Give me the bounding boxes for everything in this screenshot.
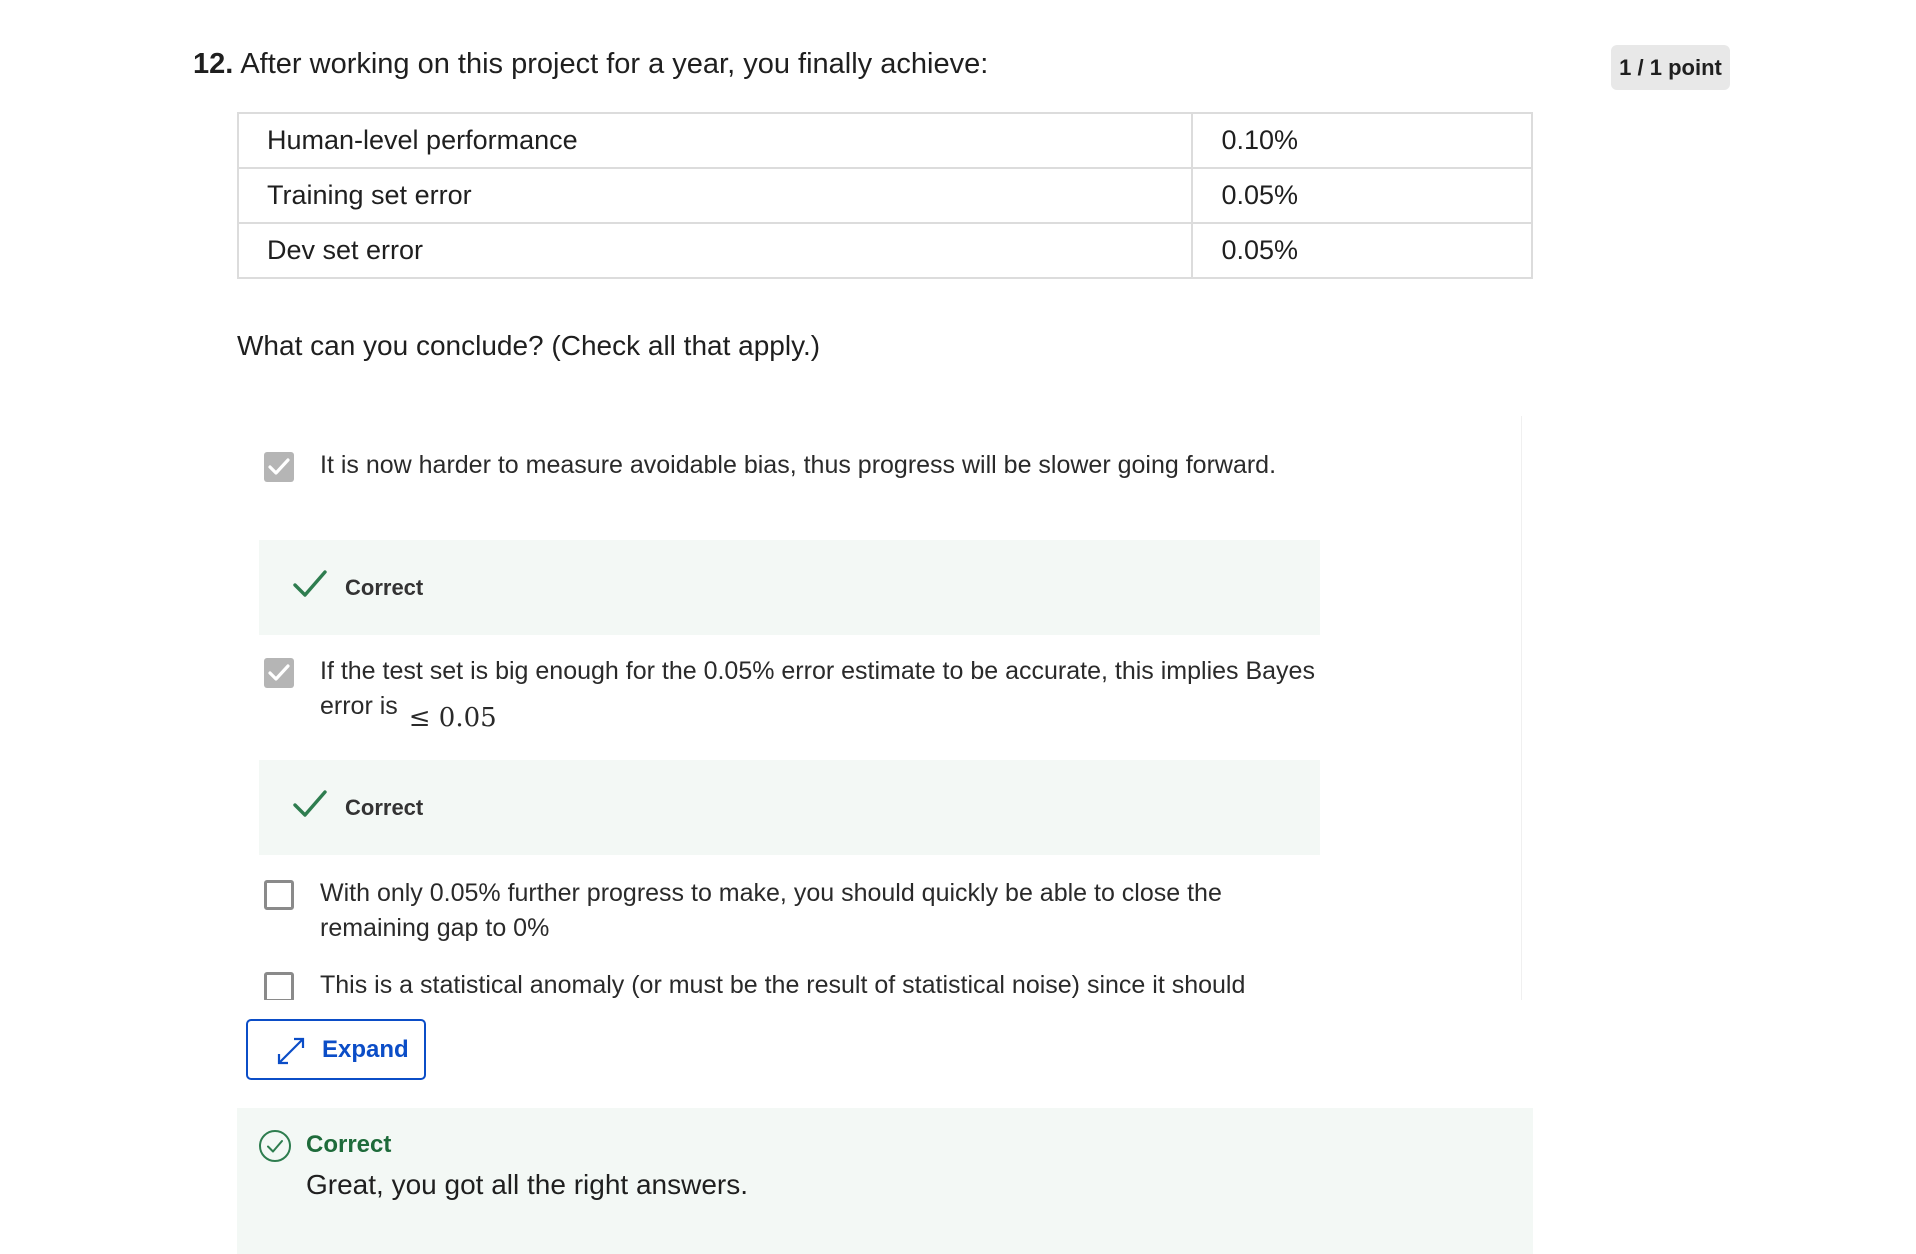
points-badge: 1 / 1 point (1611, 45, 1730, 90)
option-checkbox-unchecked[interactable] (264, 972, 294, 1000)
check-icon (268, 664, 290, 681)
table-row: Training set error 0.05% (236, 167, 1533, 224)
result-feedback: Correct Great, you got all the right ans… (237, 1108, 1533, 1254)
check-circle-icon (259, 1130, 291, 1162)
option-text: With only 0.05% further progress to make… (320, 879, 1222, 942)
table-cell-label: Training set error (236, 167, 1194, 224)
question-text: After working on this project for a year… (240, 48, 989, 80)
results-table: Human-level performance 0.10% Training s… (236, 112, 1533, 279)
table-cell-value: 0.05% (1191, 222, 1533, 279)
result-title: Correct (306, 1131, 392, 1158)
expand-button[interactable]: Expand (246, 1019, 426, 1080)
option-feedback: Correct (259, 540, 1320, 635)
option-text: This is a statistical anomaly (or must b… (320, 971, 1246, 999)
table-cell-label: Dev set error (236, 222, 1194, 279)
option-checkbox-checked[interactable] (264, 452, 294, 482)
feedback-label: Correct (345, 575, 424, 600)
option-checkbox-checked[interactable] (264, 658, 294, 688)
option-text: It is now harder to measure avoidable bi… (320, 451, 1277, 479)
options-panel[interactable]: It is now harder to measure avoidable bi… (237, 416, 1522, 1000)
table-row: Dev set error 0.05% (236, 222, 1533, 279)
table-row: Human-level performance 0.10% (236, 112, 1533, 169)
quiz-question: 12. After working on this project for a y… (0, 0, 1916, 1254)
option-text: If the test set is big enough for the 0.… (320, 654, 1320, 733)
check-icon (293, 570, 327, 597)
question-header: 12. After working on this project for a y… (193, 44, 988, 84)
table-cell-value: 0.05% (1191, 167, 1533, 224)
check-icon (268, 458, 290, 475)
feedback-label: Correct (345, 795, 424, 820)
question-prompt: What can you conclude? (Check all that a… (237, 330, 821, 361)
check-icon (293, 790, 327, 817)
table-cell-value: 0.10% (1191, 112, 1533, 169)
math-expression: ≤ 0.05 (408, 703, 497, 733)
question-number: 12. (193, 48, 234, 80)
expand-button-label: Expand (322, 1036, 409, 1063)
option-checkbox-unchecked[interactable] (264, 880, 294, 910)
expand-arrows-icon (277, 1037, 305, 1065)
result-message: Great, you got all the right answers. (306, 1169, 748, 1200)
table-cell-label: Human-level performance (236, 112, 1194, 169)
option-feedback: Correct (259, 760, 1320, 855)
